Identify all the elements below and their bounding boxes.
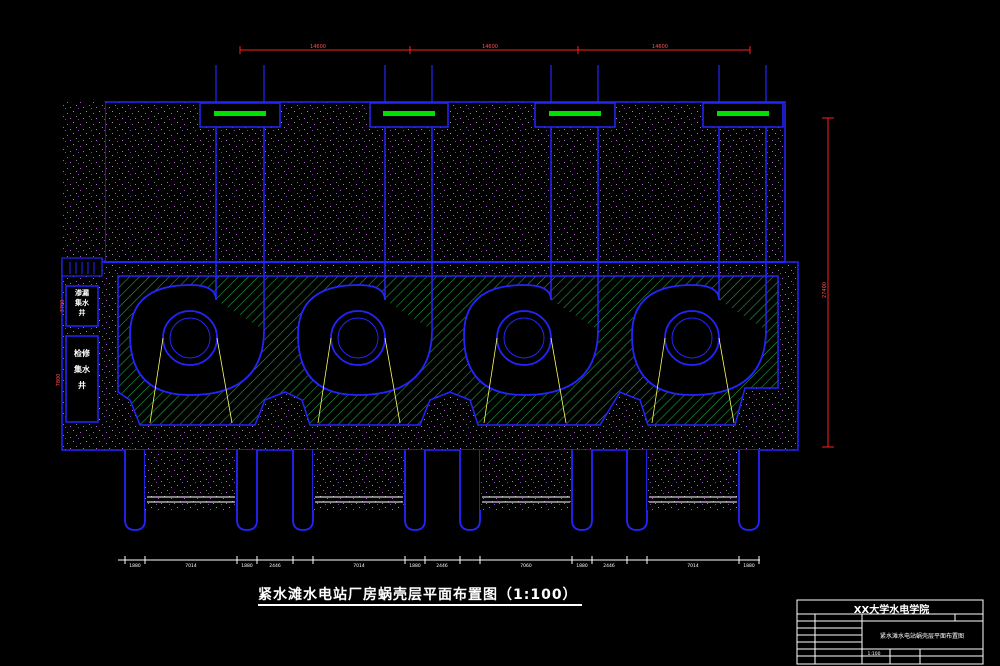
dim-right: 27400 xyxy=(822,282,828,298)
dim-bottom-7: 2446 xyxy=(436,563,448,569)
dim-bottom-5: 7014 xyxy=(353,563,365,569)
gate-slot-4 xyxy=(717,111,769,116)
maintenance-sump-label: 检修集水井 xyxy=(74,349,90,390)
title-underline xyxy=(258,604,582,606)
dim-bottom-11: 7014 xyxy=(687,563,699,569)
runner-3 xyxy=(496,310,552,366)
gate-slot-1 xyxy=(214,111,266,116)
drawing-title: 紧水滩水电站厂房蜗壳层平面布置图（1:100） xyxy=(258,587,578,603)
dim-top-3: 14600 xyxy=(652,44,668,50)
dim-left-upper: 3700 xyxy=(60,300,66,313)
dim-top-2: 14600 xyxy=(482,44,498,50)
dim-bottom-3: 1880 xyxy=(241,563,253,569)
dim-left-lower: 7800 xyxy=(56,374,62,387)
dim-top-1: 14600 xyxy=(310,44,326,50)
runner-1 xyxy=(162,310,218,366)
gate-slot-2 xyxy=(383,111,435,116)
dim-bottom-9: 1880 xyxy=(576,563,588,569)
gate-slot-3 xyxy=(549,111,601,116)
left-concrete-strip xyxy=(62,102,105,260)
dim-bottom-12: 1880 xyxy=(743,563,755,569)
powerhouse-plan-drawing: 14600 14600 14600 27400 3700 7800 1880 7… xyxy=(56,44,984,665)
draft-tube-outlets xyxy=(124,450,760,531)
title-block-drawing-name: 紧水滩水电站蜗壳层平面布置图 xyxy=(879,633,964,640)
seepage-sump-label: 渗漏集水井 xyxy=(75,289,89,317)
title-block-scale: 1:100 xyxy=(868,651,881,657)
dim-bottom-4: 2446 xyxy=(269,563,281,569)
dim-bottom-1: 1880 xyxy=(129,563,141,569)
runner-4 xyxy=(664,310,720,366)
dim-bottom-8: 7060 xyxy=(520,563,532,569)
dim-bottom-6: 1880 xyxy=(409,563,421,569)
runner-2 xyxy=(330,310,386,366)
dim-bottom-2: 7014 xyxy=(185,563,197,569)
dim-bottom-10: 2446 xyxy=(603,563,615,569)
title-block-school: XX大学水电学院 xyxy=(853,605,930,616)
